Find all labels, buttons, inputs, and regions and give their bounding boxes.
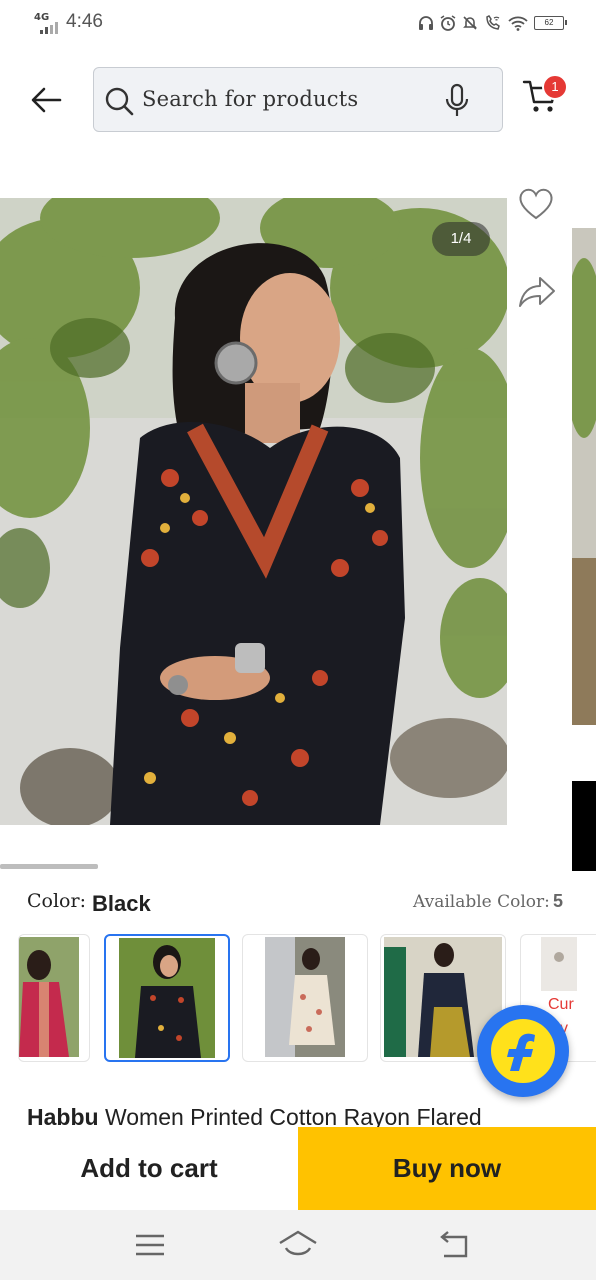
mute-icon — [463, 16, 477, 30]
product-brand: Habbu — [27, 1104, 99, 1128]
status-bar: 4G 4:46 62 — [0, 0, 596, 46]
nav-home-button[interactable] — [278, 1228, 318, 1262]
search-bar[interactable]: Search for products — [93, 67, 503, 132]
search-placeholder: Search for products — [142, 87, 359, 111]
color-swatch-white[interactable] — [242, 934, 368, 1062]
clock: 4:46 — [66, 11, 103, 32]
cart-count-badge: 1 — [542, 74, 568, 100]
system-nav-bar — [0, 1210, 596, 1280]
headphones-icon — [419, 16, 433, 30]
flipkart-assistant-button[interactable] — [477, 1005, 569, 1097]
heart-icon — [519, 188, 553, 220]
product-title: Habbu Women Printed Cotton Rayon Flared — [27, 1104, 482, 1128]
add-to-cart-button[interactable]: Add to cart — [0, 1127, 298, 1210]
home-icon — [279, 1230, 317, 1256]
next-photo — [572, 228, 596, 725]
product-image[interactable] — [0, 198, 507, 825]
color-swatch-black[interactable] — [104, 934, 230, 1062]
next-image-edge — [572, 781, 596, 871]
product-name: Women Printed Cotton Rayon Flared — [98, 1104, 482, 1128]
status-icons: 62 — [418, 12, 567, 34]
thumbnail-image — [119, 938, 215, 1058]
available-color-count: 5 — [553, 891, 564, 911]
nav-menu-button[interactable] — [130, 1228, 170, 1262]
color-swatch-red[interactable] — [18, 934, 90, 1062]
thumbnail-image — [265, 937, 345, 1057]
product-photo — [0, 198, 507, 825]
buy-now-button[interactable]: Buy now — [298, 1127, 596, 1210]
battery-icon: 62 — [534, 16, 567, 30]
image-page-indicator: 1/4 — [432, 222, 490, 256]
nav-back-button[interactable] — [434, 1228, 474, 1262]
flipkart-logo-icon — [491, 1019, 555, 1083]
top-app-bar: Search for products — [0, 60, 596, 136]
thumbnail-image — [19, 937, 79, 1057]
wifi-icon — [508, 16, 528, 31]
back-button[interactable] — [26, 80, 66, 120]
color-label: Color: — [27, 890, 86, 912]
mic-icon[interactable] — [444, 83, 470, 119]
back-nav-icon — [440, 1231, 468, 1258]
wishlist-button[interactable] — [516, 184, 556, 224]
share-icon — [519, 277, 555, 307]
alarm-icon — [440, 15, 456, 31]
menu-icon — [136, 1234, 164, 1256]
product-title-container: Habbu Women Printed Cotton Rayon Flared — [0, 1100, 596, 1128]
available-color-label: Available Color: — [413, 892, 550, 912]
battery-level: 62 — [544, 18, 554, 27]
selected-color: Black — [92, 891, 151, 916]
share-button[interactable] — [514, 272, 558, 312]
thumbnail-image — [541, 937, 577, 991]
wifi-call-icon — [486, 15, 500, 30]
signal-icon — [40, 22, 58, 34]
gallery-scroll-indicator — [0, 864, 98, 869]
arrow-left-icon — [31, 87, 62, 113]
search-icon — [105, 87, 134, 116]
next-image-peek[interactable] — [572, 228, 596, 725]
